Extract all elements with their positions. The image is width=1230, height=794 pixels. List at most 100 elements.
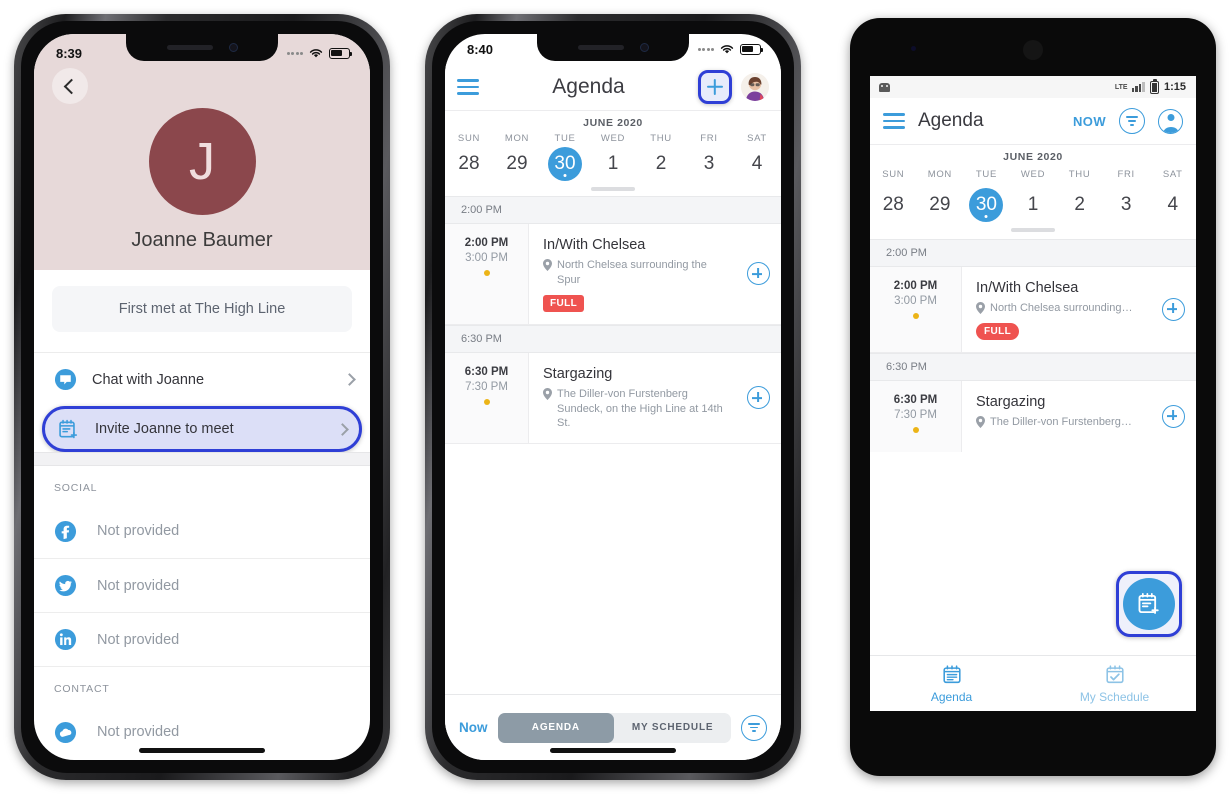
tab-my-schedule[interactable]: MY SCHEDULE — [614, 713, 731, 743]
calendar-day-1[interactable]: 1 — [589, 147, 637, 181]
now-button[interactable]: Now — [459, 720, 488, 735]
home-indicator — [139, 748, 265, 753]
agenda-event-row[interactable]: 6:30 PM 7:30 PM Stargazing The Diller-vo… — [445, 352, 781, 445]
account-circle-icon[interactable] — [1158, 108, 1183, 134]
event-body: In/With Chelsea North Chelsea surroundin… — [529, 224, 735, 324]
event-status-dot — [483, 270, 490, 276]
calendar-dow-row: SUN MON TUE WED THU FRI SAT — [870, 163, 1196, 180]
view-segmented-control[interactable]: AGENDA MY SCHEDULE — [497, 712, 731, 743]
user-avatar-icon[interactable] — [741, 73, 769, 101]
event-location-text: The Diller-von Furstenberg Sundeck, on t… — [557, 387, 723, 430]
location-pin-icon — [976, 415, 985, 428]
network-type-label: LTE — [1114, 83, 1128, 91]
back-button[interactable] — [52, 68, 88, 104]
event-time-col: 2:00 PM 3:00 PM — [445, 224, 529, 324]
circle-plus-icon — [1161, 297, 1185, 321]
front-camera-icon — [1023, 40, 1043, 60]
front-sensor-icon — [911, 46, 916, 51]
calendar-day-3[interactable]: 3 — [1103, 188, 1150, 222]
tab-agenda[interactable]: Agenda — [870, 656, 1033, 711]
event-time-col: 6:30 PM 7:30 PM — [445, 352, 529, 444]
calendar-add-icon — [1138, 592, 1159, 614]
create-meeting-fab[interactable] — [1116, 571, 1182, 637]
invite-to-meet-row[interactable]: Invite Joanne to meet — [42, 406, 362, 452]
calendar-day-28[interactable]: 28 — [445, 147, 493, 181]
event-location-text: North Chelsea surrounding the Spur — [557, 259, 707, 286]
social-row-linkedin-value: Not provided — [97, 631, 180, 648]
profile-action-list: Chat with Joanne Invite Joanne to meet — [34, 352, 370, 452]
status-time: 8:40 — [467, 41, 494, 57]
event-start-time: 2:00 PM — [464, 237, 509, 249]
calendar-day-2[interactable]: 2 — [637, 147, 685, 181]
calendar-day-30-selected[interactable]: 30 — [541, 147, 589, 181]
agenda-event-row[interactable]: 2:00 PM 3:00 PM In/With Chelsea North Ch… — [870, 267, 1196, 353]
calendar-day-2[interactable]: 2 — [1056, 188, 1103, 222]
twitter-icon — [54, 574, 77, 597]
page-title: Agenda — [552, 75, 625, 98]
chat-with-joanne-row[interactable]: Chat with Joanne — [34, 352, 370, 406]
hamburger-menu-icon[interactable] — [883, 113, 905, 129]
event-status-dot — [912, 426, 919, 433]
circle-plus-icon — [746, 386, 770, 410]
event-start-time: 6:30 PM — [893, 393, 938, 406]
agenda-event-row[interactable]: 2:00 PM 3:00 PM In/With Chelsea North Ch… — [445, 224, 781, 325]
dow-mon: MON — [504, 133, 530, 144]
event-time-col: 2:00 PM 3:00 PM — [870, 267, 962, 352]
event-status-dot — [483, 398, 490, 405]
add-to-schedule-button[interactable] — [1150, 267, 1196, 352]
battery-icon — [1149, 78, 1159, 94]
dow-sun: SUN — [882, 169, 905, 180]
calendar-date-row: 28 29 30 1 2 3 4 — [445, 144, 781, 187]
status-badge: FULL — [543, 294, 585, 312]
calendar-dow-row: SUN MON TUE WED THU FRI SAT — [445, 129, 781, 144]
add-to-schedule-button[interactable] — [735, 224, 781, 324]
time-band: 6:30 PM — [445, 324, 781, 353]
battery-icon — [329, 47, 352, 59]
filter-icon[interactable] — [741, 714, 767, 741]
event-location: North Chelsea surrounding… — [976, 301, 1142, 316]
tab-my-schedule[interactable]: My Schedule — [1033, 656, 1196, 711]
signal-dots-icon — [286, 51, 303, 55]
add-to-schedule-button[interactable] — [735, 353, 781, 444]
event-title: Stargazing — [976, 393, 1046, 410]
linkedin-icon — [54, 628, 77, 651]
now-button[interactable]: NOW — [1073, 114, 1106, 129]
event-location: North Chelsea surrounding the Spur — [543, 258, 727, 288]
calendar-day-4[interactable]: 4 — [733, 147, 781, 181]
agenda-header: Agenda NOW — [870, 98, 1196, 144]
wifi-icon — [720, 45, 734, 54]
add-event-button[interactable] — [698, 70, 732, 104]
dow-sat: SAT — [747, 133, 767, 144]
phone-1-status-bar: 8:39 — [34, 38, 370, 68]
status-time: 1:15 — [1163, 81, 1186, 93]
calendar-drag-handle[interactable] — [591, 187, 635, 191]
calendar-day-4[interactable]: 4 — [1149, 188, 1196, 222]
event-body: Stargazing The Diller-von Furstenberg… — [962, 381, 1150, 452]
circle-plus-icon — [1161, 404, 1185, 428]
social-row-linkedin[interactable]: Not provided — [34, 612, 370, 666]
calendar-drag-handle[interactable] — [1011, 228, 1055, 232]
phone-2-status-bar: 8:40 — [445, 34, 781, 64]
dow-sat: SAT — [1162, 169, 1183, 180]
tab-my-schedule-label: My Schedule — [1079, 689, 1150, 704]
wifi-icon — [309, 49, 323, 58]
tab-agenda[interactable]: AGENDA — [497, 712, 615, 743]
status-badge: FULL — [976, 322, 1020, 340]
calendar-day-3[interactable]: 3 — [685, 147, 733, 181]
plus-icon — [707, 79, 723, 95]
calendar-day-29[interactable]: 29 — [917, 188, 964, 222]
signal-dots-icon — [697, 47, 714, 51]
calendar-day-1[interactable]: 1 — [1010, 188, 1057, 222]
event-location: The Diller-von Furstenberg Sundeck, on t… — [543, 387, 727, 432]
event-title: Stargazing — [543, 365, 613, 382]
filter-icon[interactable] — [1119, 108, 1145, 134]
calendar-day-30-selected[interactable]: 30 — [963, 188, 1010, 222]
social-row-facebook[interactable]: Not provided — [34, 504, 370, 558]
calendar-day-28[interactable]: 28 — [870, 188, 917, 222]
add-to-schedule-button[interactable] — [1150, 381, 1196, 452]
location-pin-icon — [976, 302, 985, 314]
calendar-day-29[interactable]: 29 — [493, 147, 541, 181]
agenda-event-row[interactable]: 6:30 PM 7:30 PM Stargazing The Diller-vo… — [870, 380, 1196, 452]
hamburger-menu-icon[interactable] — [457, 79, 479, 95]
social-row-twitter[interactable]: Not provided — [34, 558, 370, 612]
